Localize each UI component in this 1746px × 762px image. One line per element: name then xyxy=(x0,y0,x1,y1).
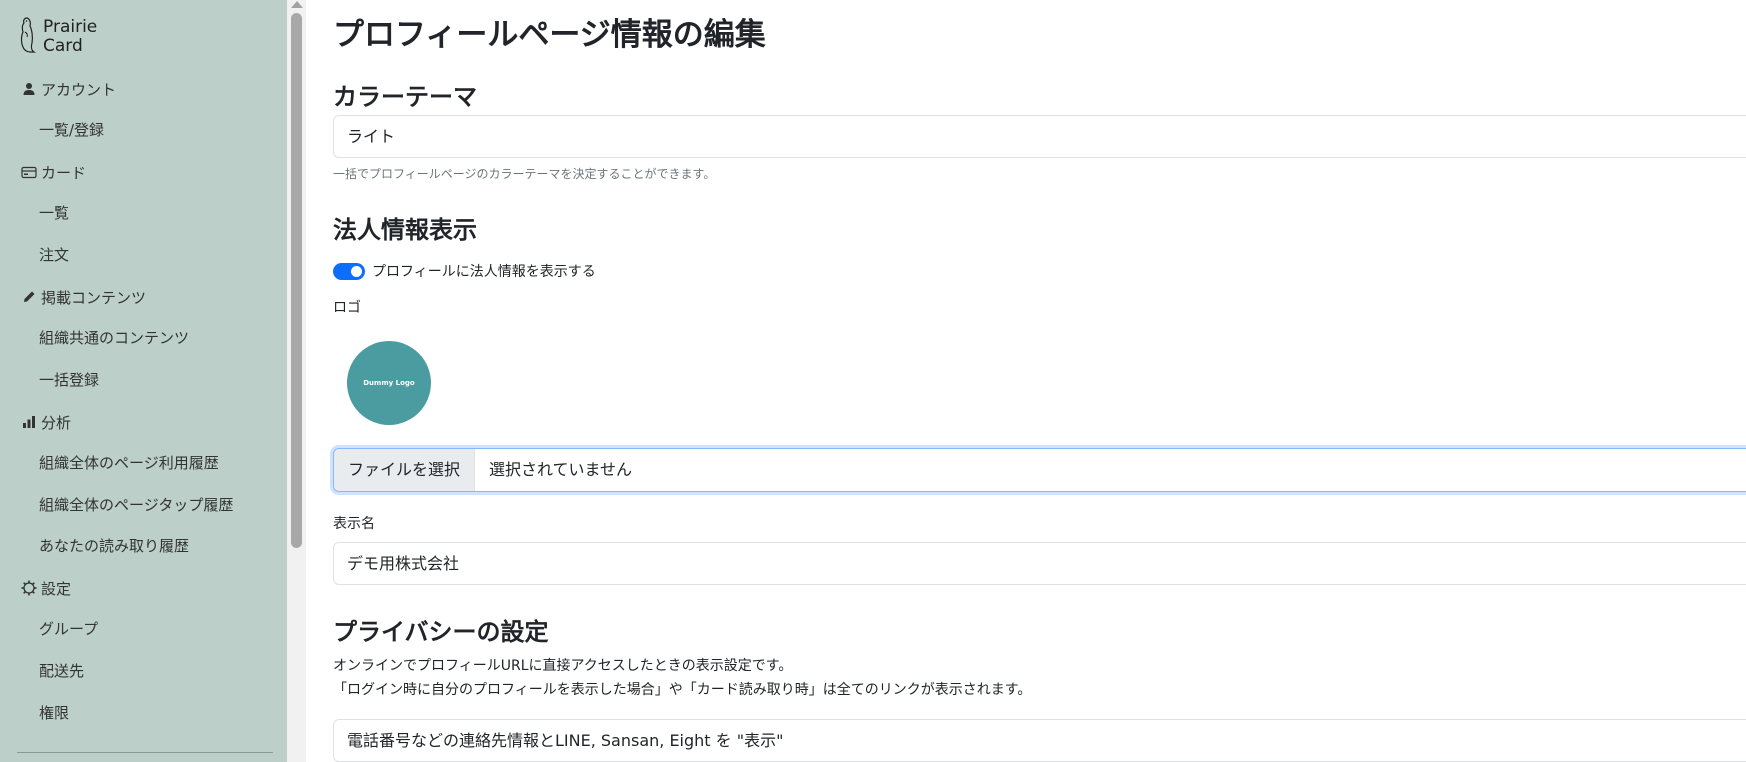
sidebar-section-label: 掲載コンテンツ xyxy=(41,288,147,307)
card-icon xyxy=(20,163,38,181)
brand-name: Prairie Card xyxy=(43,18,97,56)
sidebar-item-page-taps[interactable]: 組織全体のページタップ履歴 xyxy=(39,494,233,516)
privacy-description-line-1: オンラインでプロフィールURLに直接アクセスしたときの表示設定です。 xyxy=(333,658,793,674)
sidebar-section-analytics[interactable]: 分析 xyxy=(20,411,71,433)
brand-line-1: Prairie xyxy=(43,17,98,37)
display-name-label: 表示名 xyxy=(333,516,375,532)
sidebar-item-shared-content[interactable]: 組織共通のコンテンツ xyxy=(39,327,189,349)
sidebar-item-shipping[interactable]: 配送先 xyxy=(39,660,84,682)
logo-preview: Dummy Logo xyxy=(347,341,431,425)
logo-label: ロゴ xyxy=(333,300,361,316)
sidebar-item-read-history[interactable]: あなたの読み取り履歴 xyxy=(39,535,189,557)
color-theme-help: 一括でプロフィールページのカラーテーマを決定することができます。 xyxy=(333,167,716,181)
color-theme-select[interactable]: ライト xyxy=(333,115,1746,158)
sidebar-section-label: 分析 xyxy=(41,413,72,432)
prairie-dog-icon xyxy=(20,17,36,53)
scrollbar[interactable] xyxy=(287,0,306,762)
brand-logo[interactable]: Prairie Card xyxy=(19,16,97,56)
sidebar-item-account-list[interactable]: 一覧/登録 xyxy=(39,119,104,141)
main-content: プロフィールページ情報の編集 カラーテーマ ライト 一括でプロフィールページのカ… xyxy=(306,0,1746,762)
display-name-input[interactable]: デモ用株式会社 xyxy=(333,542,1746,585)
sidebar-section-account[interactable]: アカウント xyxy=(20,78,116,100)
sidebar-item-card-order[interactable]: 注文 xyxy=(39,244,69,266)
bar-chart-icon xyxy=(20,413,38,431)
corporate-info-toggle-row[interactable]: プロフィールに法人情報を表示する xyxy=(333,261,596,281)
sidebar: Prairie Card アカウント 一覧/登録 カード 一覧 注文 掲載コンテ… xyxy=(0,0,287,762)
file-status: 選択されていません xyxy=(489,460,633,479)
sidebar-item-bulk-register[interactable]: 一括登録 xyxy=(39,369,99,391)
sidebar-item-permissions[interactable]: 権限 xyxy=(39,702,69,724)
pencil-icon xyxy=(20,288,38,306)
privacy-description: オンラインでプロフィールURLに直接アクセスしたときの表示設定です。 「ログイン… xyxy=(333,654,1031,702)
sidebar-section-content[interactable]: 掲載コンテンツ xyxy=(20,286,146,308)
corporate-info-toggle-label[interactable]: プロフィールに法人情報を表示する xyxy=(372,261,596,281)
sidebar-item-groups[interactable]: グループ xyxy=(39,618,98,640)
sidebar-section-settings[interactable]: 設定 xyxy=(20,577,71,599)
sidebar-section-card[interactable]: カード xyxy=(20,161,86,183)
privacy-select[interactable]: 電話番号などの連絡先情報とLINE, Sansan, Eight を "表示" xyxy=(333,719,1746,762)
corporate-info-toggle[interactable] xyxy=(333,262,365,280)
person-icon xyxy=(20,80,38,98)
logo-file-input[interactable]: ファイルを選択 選択されていません xyxy=(333,448,1746,492)
page-title: プロフィールページ情報の編集 xyxy=(333,17,766,53)
scroll-up-arrow-icon[interactable] xyxy=(291,1,303,8)
sidebar-section-label: アカウント xyxy=(41,80,117,99)
toggle-knob xyxy=(351,265,362,277)
logo-preview-text: Dummy Logo xyxy=(363,379,415,387)
color-theme-heading: カラーテーマ xyxy=(333,83,477,111)
sidebar-section-label: 設定 xyxy=(41,579,72,598)
sidebar-item-card-list[interactable]: 一覧 xyxy=(39,202,69,224)
sidebar-item-page-usage[interactable]: 組織全体のページ利用履歴 xyxy=(39,452,219,474)
sidebar-section-label: カード xyxy=(41,163,87,182)
choose-file-button[interactable]: ファイルを選択 xyxy=(334,449,476,491)
brand-line-2: Card xyxy=(43,36,83,56)
sidebar-divider xyxy=(17,752,273,753)
privacy-description-line-2: 「ログイン時に自分のプロフィールを表示した場合」や「カード読み取り時」は全てのリ… xyxy=(333,682,1032,698)
corporate-info-heading: 法人情報表示 xyxy=(333,216,477,244)
gear-icon xyxy=(20,579,38,597)
scroll-thumb[interactable] xyxy=(291,13,302,548)
privacy-heading: プライバシーの設定 xyxy=(333,618,549,646)
